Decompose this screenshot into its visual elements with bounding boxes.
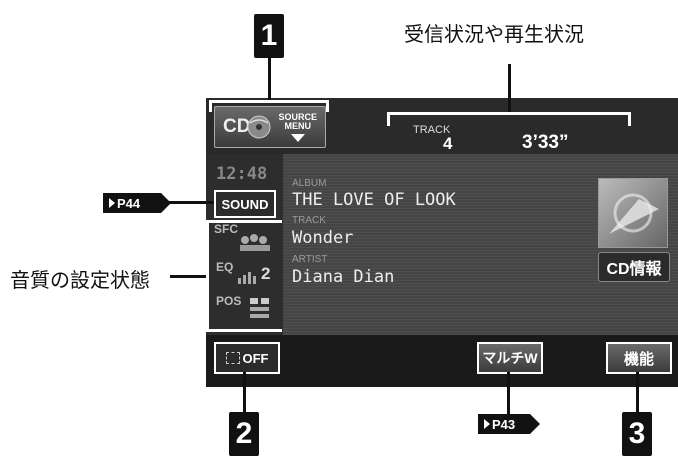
track-time: 3’33”	[522, 132, 569, 153]
sfc-label: SFC	[214, 222, 238, 236]
dotted-box-icon	[225, 352, 240, 364]
album-art[interactable]	[598, 178, 668, 248]
reception-status-callout: 受信状況や再生状況	[404, 24, 584, 46]
album-value: THE LOVE OF LOOK	[292, 190, 456, 210]
pos-label: POS	[216, 294, 242, 308]
multi-w-button[interactable]: マルチW	[477, 342, 543, 374]
menu-label: MENU	[284, 120, 311, 131]
page-ref-p43: P43	[478, 414, 540, 434]
track-number: 4	[443, 134, 453, 153]
seat-position-icon	[248, 296, 272, 322]
cd-disc-icon	[246, 114, 272, 140]
source-bracket	[209, 100, 329, 112]
triangle-down-icon	[290, 133, 305, 142]
badge-3: 3	[622, 412, 652, 456]
audience-icon	[238, 228, 272, 252]
sound-button[interactable]: SOUND	[214, 190, 276, 218]
artist-value: Diana Dian	[292, 267, 395, 287]
eq-label: EQ	[216, 260, 234, 274]
track-title-label: TRACK	[292, 215, 326, 226]
page-ref-p44: P44	[103, 193, 171, 213]
badge-2: 2	[229, 412, 259, 456]
play-arrow-icon	[484, 419, 490, 429]
sound-settings-callout: 音質の設定状態	[10, 270, 150, 292]
artist-label: ARTIST	[292, 254, 328, 265]
badge-1: 1	[254, 14, 284, 58]
album-label: ALBUM	[292, 178, 327, 189]
clock: 12:48	[216, 164, 268, 184]
track-title-value: Wonder	[292, 228, 354, 248]
function-button[interactable]: 機能	[606, 342, 672, 374]
play-arrow-icon	[109, 198, 115, 208]
eq-value: 2	[261, 264, 271, 283]
cd-info-button[interactable]: CD情報	[598, 252, 670, 282]
off-button[interactable]: OFF	[214, 342, 280, 374]
source-menu-button[interactable]: CD SOURCE MENU	[214, 106, 326, 148]
eq-bars-icon	[238, 270, 260, 284]
